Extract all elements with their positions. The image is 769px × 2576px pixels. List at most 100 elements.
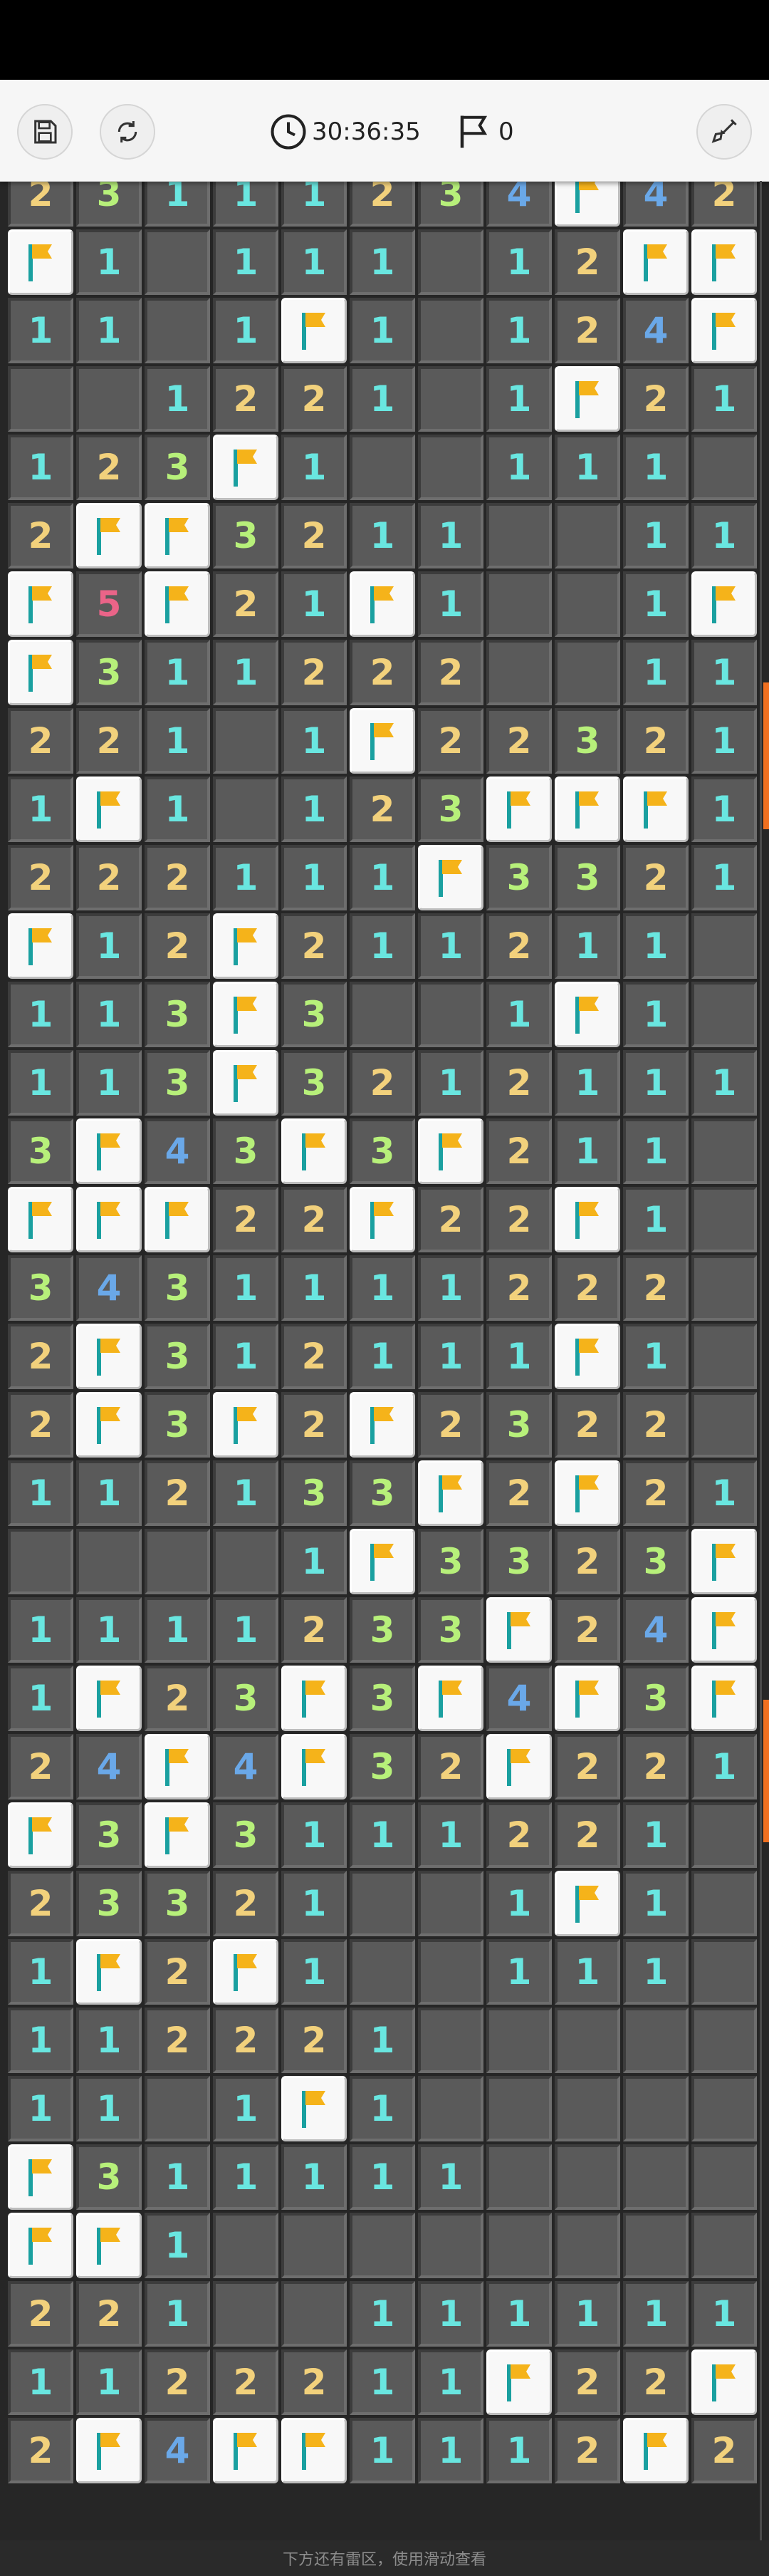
number-cell[interactable]: 1 [691,640,757,705]
number-cell[interactable]: 1 [281,2144,347,2210]
number-cell[interactable]: 2 [691,2418,757,2483]
number-cell[interactable]: 1 [623,1939,689,2005]
number-cell[interactable]: 2 [555,1255,620,1321]
number-cell[interactable]: 1 [418,1802,483,1868]
number-cell[interactable]: 2 [8,1324,73,1389]
number-cell[interactable]: 1 [213,1324,278,1389]
number-cell[interactable]: 1 [350,2144,415,2210]
empty-cell[interactable] [486,503,552,568]
flagged-cell[interactable] [486,1597,552,1663]
number-cell[interactable]: 1 [691,1734,757,1799]
flagged-cell[interactable] [555,1871,620,1936]
number-cell[interactable]: 1 [213,298,278,363]
empty-cell[interactable] [486,640,552,705]
number-cell[interactable]: 3 [281,1050,347,1116]
number-cell[interactable]: 3 [145,982,210,1047]
number-cell[interactable]: 2 [281,1597,347,1663]
empty-cell[interactable] [623,2008,689,2073]
number-cell[interactable]: 1 [486,1939,552,2005]
number-cell[interactable]: 1 [8,1597,73,1663]
number-cell[interactable]: 2 [350,1050,415,1116]
number-cell[interactable]: 1 [691,366,757,432]
number-cell[interactable]: 2 [145,1666,210,1731]
number-cell[interactable]: 1 [8,2349,73,2415]
number-cell[interactable]: 1 [623,640,689,705]
number-cell[interactable]: 1 [145,366,210,432]
number-cell[interactable]: 3 [213,1118,278,1184]
number-cell[interactable]: 2 [213,2349,278,2415]
number-cell[interactable]: 2 [8,1734,73,1799]
number-cell[interactable]: 2 [8,708,73,774]
number-cell[interactable]: 3 [486,1392,552,1458]
number-cell[interactable]: 1 [281,181,347,227]
number-cell[interactable]: 3 [281,982,347,1047]
number-cell[interactable]: 1 [555,1118,620,1184]
number-cell[interactable]: 4 [145,2418,210,2483]
number-cell[interactable]: 1 [350,229,415,295]
number-cell[interactable]: 2 [623,708,689,774]
number-cell[interactable]: 1 [350,2008,415,2073]
number-cell[interactable]: 1 [350,1255,415,1321]
number-cell[interactable]: 2 [281,503,347,568]
number-cell[interactable]: 3 [213,1802,278,1868]
flagged-cell[interactable] [281,298,347,363]
empty-cell[interactable] [691,1118,757,1184]
number-cell[interactable]: 2 [281,2349,347,2415]
empty-cell[interactable] [691,2076,757,2141]
number-cell[interactable]: 1 [8,1666,73,1731]
flagged-cell[interactable] [8,1187,73,1252]
number-cell[interactable]: 3 [145,1255,210,1321]
empty-cell[interactable] [418,1939,483,2005]
number-cell[interactable]: 3 [350,1597,415,1663]
number-cell[interactable]: 1 [350,2281,415,2347]
number-cell[interactable]: 4 [486,1666,552,1731]
number-cell[interactable]: 1 [145,2213,210,2278]
number-cell[interactable]: 3 [486,1529,552,1594]
flagged-cell[interactable] [145,571,210,637]
empty-cell[interactable] [691,1802,757,1868]
flagged-cell[interactable] [418,1460,483,1526]
number-cell[interactable]: 2 [623,1460,689,1526]
number-cell[interactable]: 1 [350,845,415,910]
number-cell[interactable]: 1 [486,1324,552,1389]
flagged-cell[interactable] [691,2349,757,2415]
number-cell[interactable]: 3 [418,1529,483,1594]
number-cell[interactable]: 1 [486,982,552,1047]
flagged-cell[interactable] [555,777,620,842]
number-cell[interactable]: 1 [145,640,210,705]
number-cell[interactable]: 1 [281,845,347,910]
number-cell[interactable]: 1 [691,503,757,568]
number-cell[interactable]: 3 [145,1871,210,1936]
number-cell[interactable]: 1 [281,708,347,774]
number-cell[interactable]: 1 [281,1871,347,1936]
empty-cell[interactable] [418,435,483,500]
flagged-cell[interactable] [623,2418,689,2483]
empty-cell[interactable] [555,2144,620,2210]
number-cell[interactable]: 1 [213,640,278,705]
flagged-cell[interactable] [213,1392,278,1458]
number-cell[interactable]: 3 [350,1666,415,1731]
empty-cell[interactable] [418,2076,483,2141]
flagged-cell[interactable] [691,229,757,295]
number-cell[interactable]: 1 [418,1050,483,1116]
number-cell[interactable]: 1 [281,1802,347,1868]
number-cell[interactable]: 1 [418,1324,483,1389]
number-cell[interactable]: 1 [213,845,278,910]
flagged-cell[interactable] [76,1666,142,1731]
number-cell[interactable]: 1 [213,181,278,227]
number-cell[interactable]: 1 [76,913,142,979]
number-cell[interactable]: 1 [623,1118,689,1184]
minefield-viewport[interactable]: 2311123442111112111112412211211231111232… [0,181,769,2540]
number-cell[interactable]: 3 [76,1871,142,1936]
number-cell[interactable]: 1 [486,435,552,500]
empty-cell[interactable] [691,2008,757,2073]
number-cell[interactable]: 1 [486,229,552,295]
flagged-cell[interactable] [8,571,73,637]
flagged-cell[interactable] [213,2418,278,2483]
flagged-cell[interactable] [555,982,620,1047]
number-cell[interactable]: 1 [213,1460,278,1526]
number-cell[interactable]: 5 [76,571,142,637]
number-cell[interactable]: 1 [76,1460,142,1526]
number-cell[interactable]: 3 [623,1666,689,1731]
number-cell[interactable]: 2 [486,1187,552,1252]
